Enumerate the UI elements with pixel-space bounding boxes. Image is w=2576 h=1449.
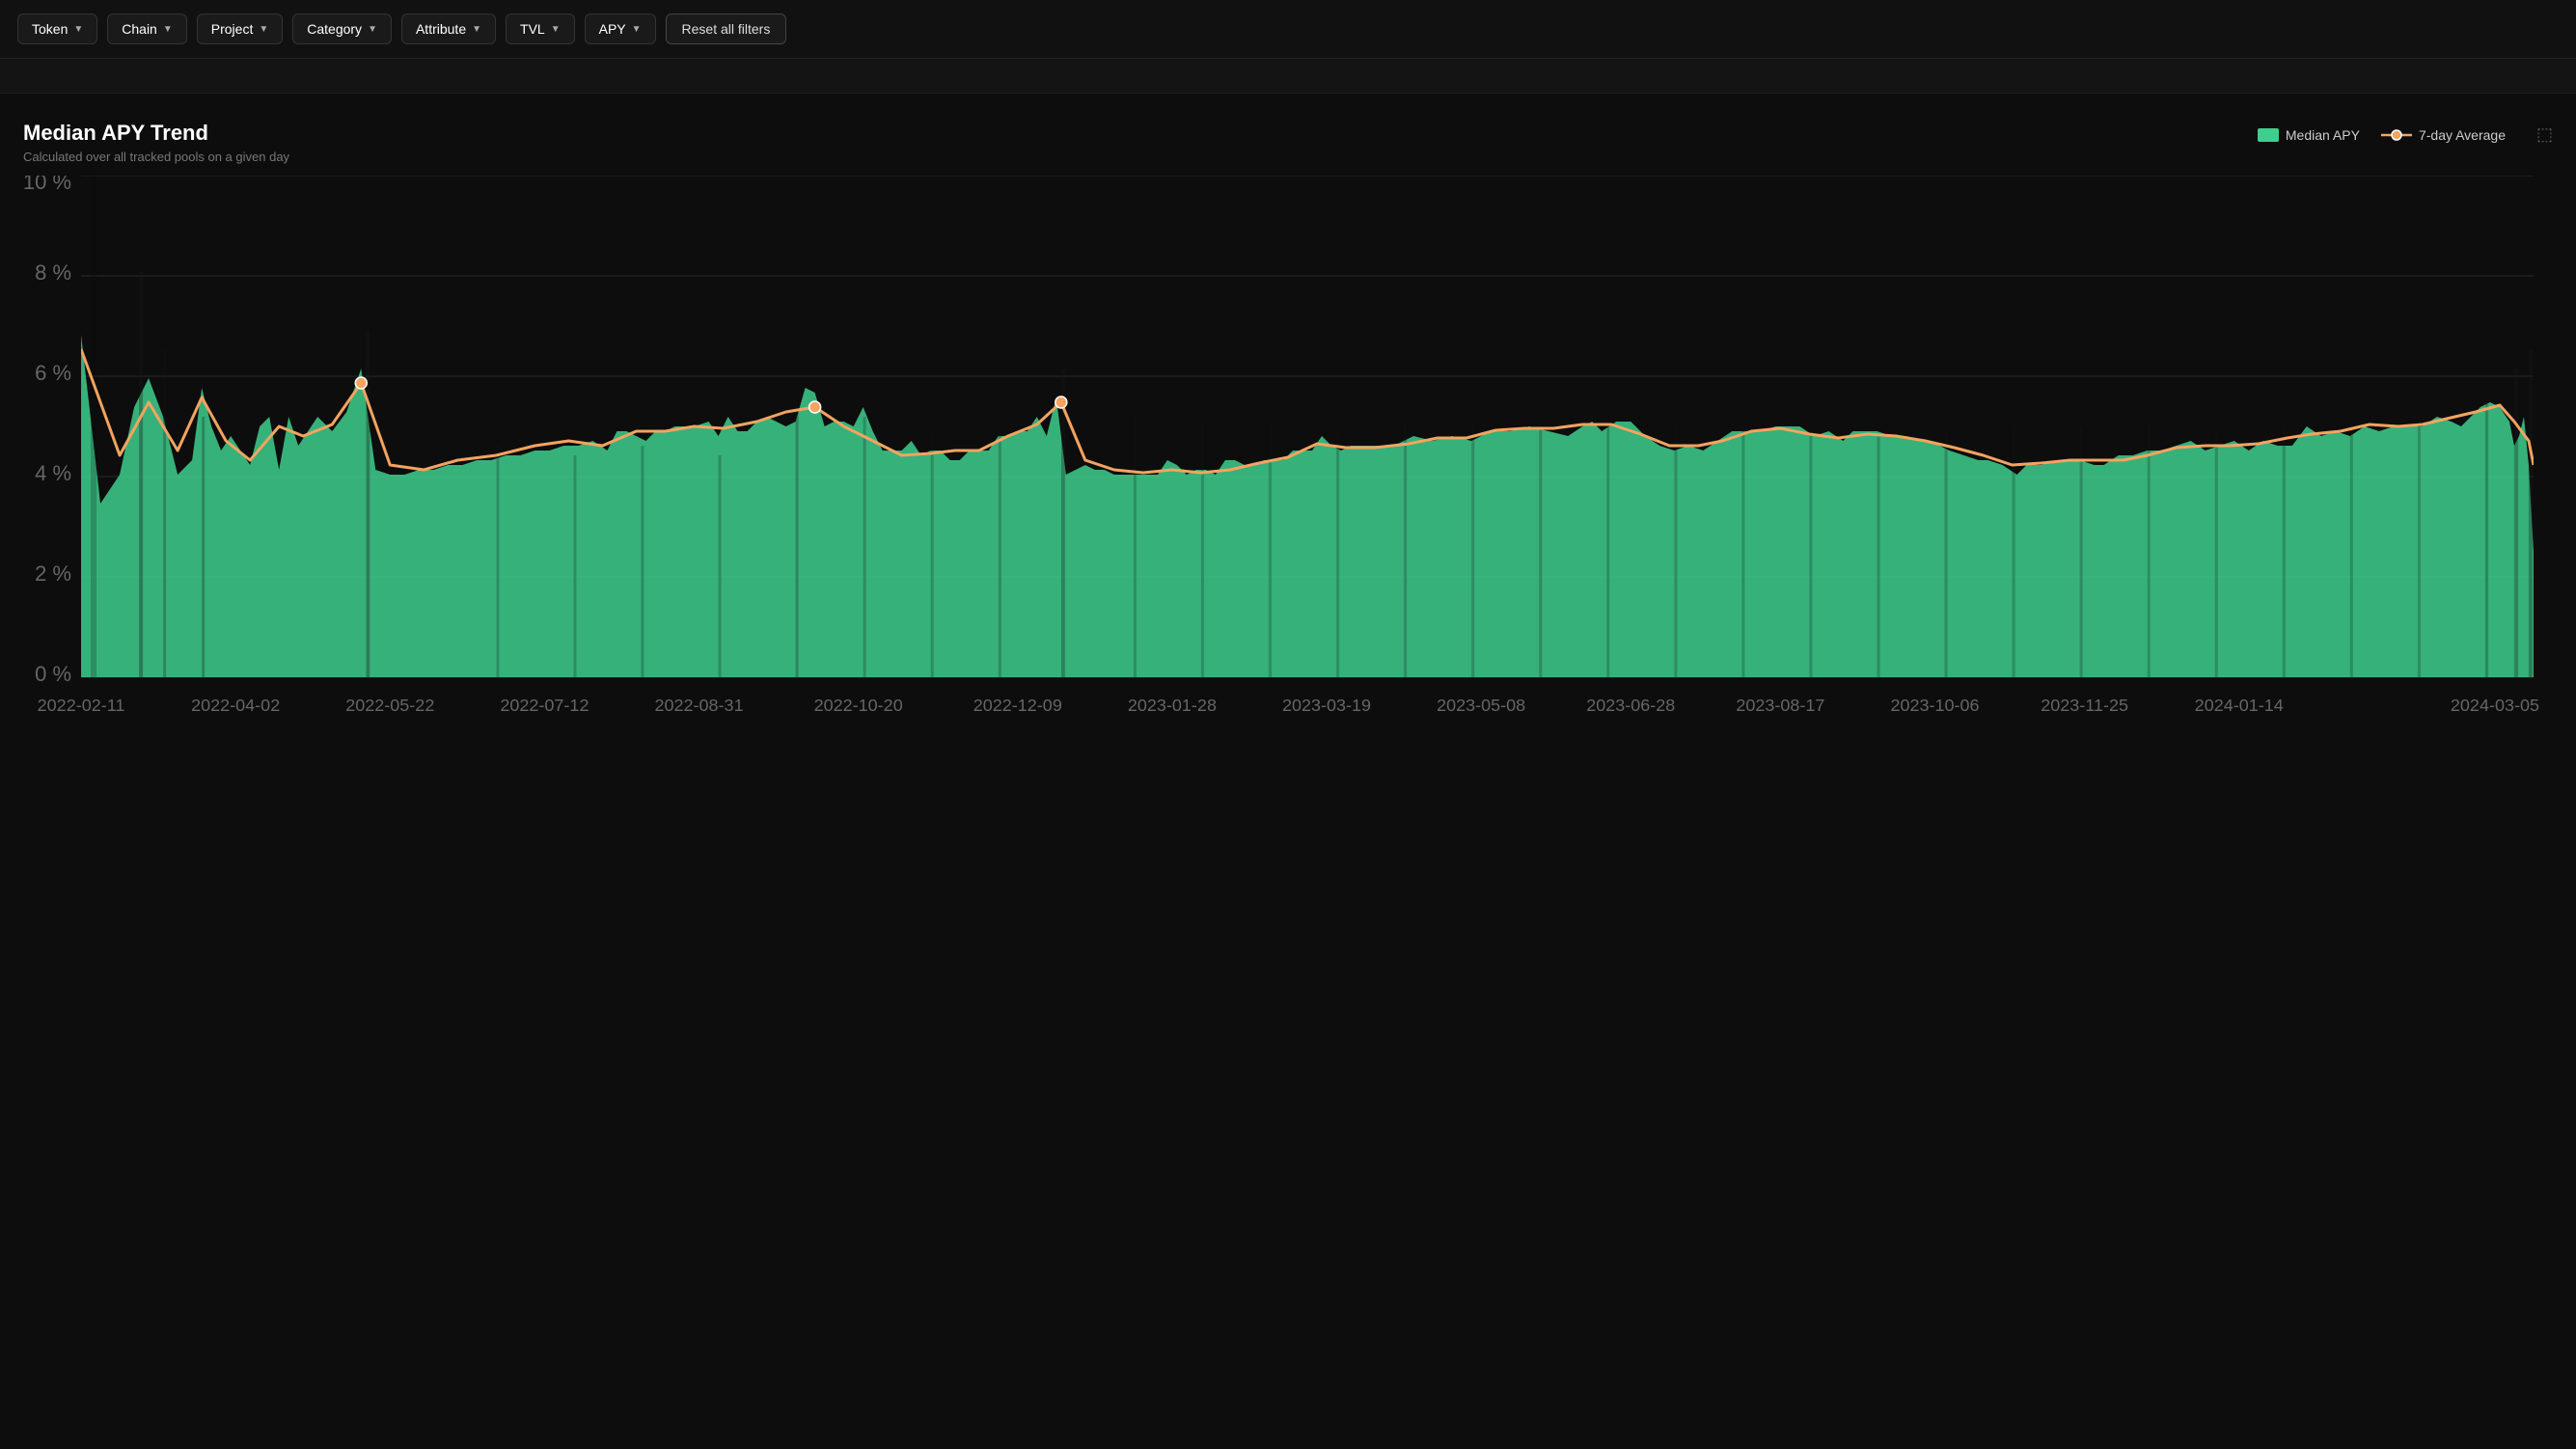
sub-bar [0, 59, 2576, 94]
svg-text:2022-08-31: 2022-08-31 [654, 696, 743, 715]
token-chevron-icon: ▼ [73, 24, 83, 35]
chain-filter-label: Chain [122, 21, 157, 37]
chart-container: 0 % 2 % 4 % 6 % 8 % 10 % [23, 176, 2553, 735]
category-filter-label: Category [307, 21, 362, 37]
svg-text:2022-02-11: 2022-02-11 [38, 696, 125, 715]
svg-text:2022-12-09: 2022-12-09 [973, 696, 1062, 715]
median-apy-legend: Median APY [2258, 127, 2360, 143]
svg-text:2022-04-02: 2022-04-02 [191, 696, 280, 715]
svg-text:2023-06-28: 2023-06-28 [1586, 696, 1675, 715]
svg-text:4 %: 4 % [35, 461, 71, 485]
category-filter-button[interactable]: Category ▼ [292, 14, 392, 44]
chart-subtitle: Calculated over all tracked pools on a g… [23, 150, 289, 164]
apy-filter-button[interactable]: APY ▼ [585, 14, 656, 44]
tvl-filter-button[interactable]: TVL ▼ [506, 14, 575, 44]
chart-section: Median APY Trend Calculated over all tra… [0, 94, 2576, 758]
filter-bar: Token ▼ Chain ▼ Project ▼ Category ▼ Att… [0, 0, 2576, 59]
median-apy-legend-label: Median APY [2286, 127, 2360, 143]
seven-day-avg-legend-label: 7-day Average [2419, 127, 2506, 143]
median-apy-legend-box [2258, 128, 2279, 142]
apy-chevron-icon: ▼ [632, 24, 642, 35]
chart-svg: 0 % 2 % 4 % 6 % 8 % 10 % [23, 176, 2553, 735]
svg-text:0 %: 0 % [35, 662, 71, 686]
svg-text:2023-11-25: 2023-11-25 [2041, 696, 2128, 715]
svg-text:8 %: 8 % [35, 260, 71, 285]
svg-text:10 %: 10 % [23, 176, 71, 194]
reset-filters-label: Reset all filters [682, 21, 771, 37]
project-filter-button[interactable]: Project ▼ [197, 14, 283, 44]
svg-text:2022-07-12: 2022-07-12 [500, 696, 589, 715]
tvl-chevron-icon: ▼ [551, 24, 561, 35]
svg-text:2022-10-20: 2022-10-20 [814, 696, 903, 715]
attribute-chevron-icon: ▼ [472, 24, 481, 35]
svg-text:6 %: 6 % [35, 361, 71, 385]
svg-text:2024-03-05: 2024-03-05 [2451, 696, 2539, 715]
export-icon[interactable]: ⬚ [2536, 124, 2553, 145]
seven-day-avg-legend-icon [2381, 128, 2412, 142]
chain-filter-button[interactable]: Chain ▼ [107, 14, 187, 44]
token-filter-label: Token [32, 21, 68, 37]
token-filter-button[interactable]: Token ▼ [17, 14, 97, 44]
chart-header: Median APY Trend Calculated over all tra… [23, 121, 2553, 164]
svg-text:2023-08-17: 2023-08-17 [1736, 696, 1824, 715]
svg-text:2023-01-28: 2023-01-28 [1128, 696, 1217, 715]
svg-text:2024-01-14: 2024-01-14 [2195, 696, 2284, 715]
svg-text:2023-10-06: 2023-10-06 [1890, 696, 1979, 715]
chart-title: Median APY Trend [23, 121, 289, 146]
svg-text:2023-05-08: 2023-05-08 [1437, 696, 1525, 715]
attribute-filter-label: Attribute [416, 21, 466, 37]
svg-text:2 %: 2 % [35, 561, 71, 586]
project-chevron-icon: ▼ [259, 24, 268, 35]
seven-day-avg-legend: 7-day Average [2381, 127, 2506, 143]
project-filter-label: Project [211, 21, 254, 37]
svg-text:2023-03-19: 2023-03-19 [1282, 696, 1371, 715]
chart-legend: Median APY 7-day Average [2258, 127, 2506, 143]
chart-title-group: Median APY Trend Calculated over all tra… [23, 121, 289, 164]
tvl-filter-label: TVL [520, 21, 545, 37]
reset-filters-button[interactable]: Reset all filters [666, 14, 787, 44]
attribute-filter-button[interactable]: Attribute ▼ [401, 14, 496, 44]
apy-filter-label: APY [599, 21, 626, 37]
category-chevron-icon: ▼ [368, 24, 377, 35]
chain-chevron-icon: ▼ [163, 24, 173, 35]
svg-text:2022-05-22: 2022-05-22 [345, 696, 434, 715]
